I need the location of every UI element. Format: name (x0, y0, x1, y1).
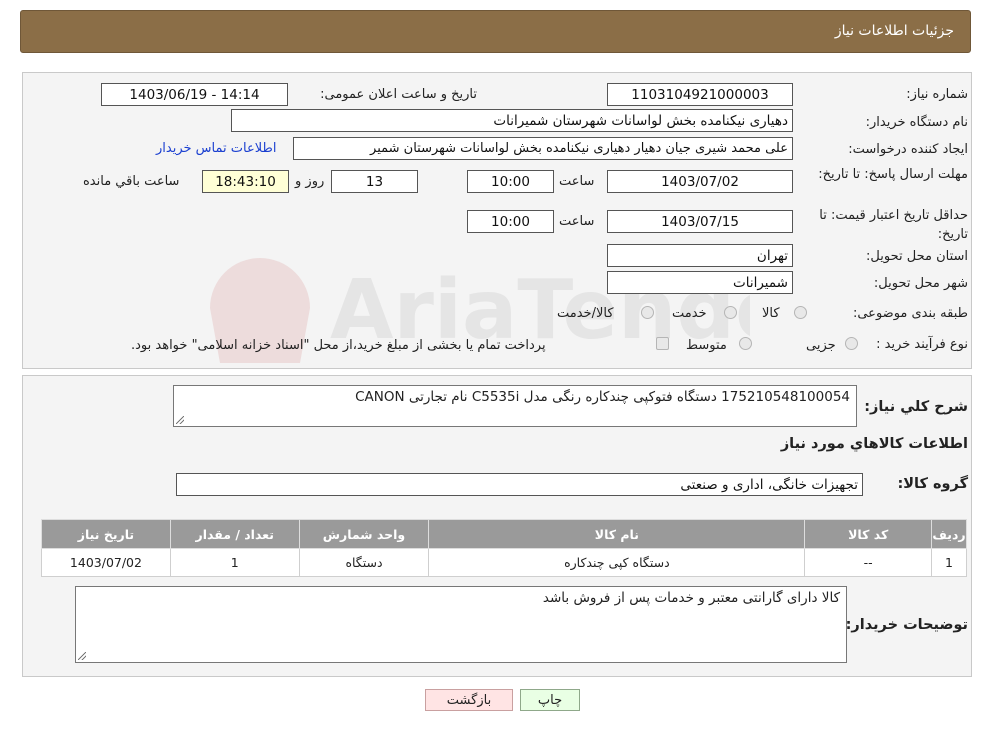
col-row: رديف (931, 519, 967, 549)
cell-name: دستگاه کپی چندکاره (428, 548, 806, 577)
purchase-medium-label: متوسط (686, 338, 727, 353)
cell-code: -- (804, 548, 933, 577)
price-validity-label: حداقل تاریخ اعتبار قیمت: تا تاریخ: (819, 208, 968, 242)
buyer-notes-text: کالا دارای گارانتی معتبر و خدمات پس از ف… (542, 590, 840, 606)
price-validity-time-label: ساعت (559, 214, 595, 229)
category-label: طبقه بندی موضوعی: (852, 306, 968, 321)
buyer-org-label: نام دستگاه خریدار: (865, 115, 968, 130)
buyer-contact-link[interactable]: اطلاعات تماس خریدار (156, 141, 276, 156)
time-remaining-label: ساعت باقي مانده (83, 174, 180, 189)
treasury-payment-checkbox[interactable] (656, 337, 669, 350)
reply-deadline-time: 10:00 (467, 170, 554, 193)
col-unit: واحد شمارش (298, 519, 430, 549)
purchase-small-label: جزیی (806, 338, 836, 353)
back-button[interactable]: بازگشت (425, 689, 513, 711)
goods-group-label: گروه کالا: (897, 476, 968, 492)
days-label: روز و (295, 174, 325, 189)
summary-text: 175210548100054 دستگاه فتوکپی چندکاره رن… (355, 389, 850, 405)
goods-section-title: اطلاعات کالاهاي مورد نياز (780, 436, 968, 452)
col-qty: تعداد / مقدار (169, 519, 300, 549)
category-goods-radio[interactable] (794, 306, 807, 319)
days-remaining-field: 13 (331, 170, 418, 193)
delivery-province-label: استان محل تحویل: (866, 249, 968, 264)
goods-table-header: رديف کد کالا نام کالا واحد شمارش تعداد /… (41, 519, 967, 549)
price-validity-time: 10:00 (467, 210, 554, 233)
cell-date: 1403/07/02 (41, 548, 171, 577)
cell-unit: دستگاه (298, 548, 430, 577)
summary-label: شرح کلي نياز: (864, 399, 968, 415)
need-number-label: شماره نیاز: (906, 87, 968, 102)
category-goods-label: کالا (762, 306, 780, 321)
buyer-notes-field: کالا دارای گارانتی معتبر و خدمات پس از ف… (75, 586, 847, 663)
requester-label: ایجاد کننده درخواست: (848, 142, 968, 157)
col-name: نام کالا (428, 519, 806, 549)
category-goods-service-radio[interactable] (641, 306, 654, 319)
category-service-label: خدمت (672, 306, 707, 321)
col-code: کد کالا (804, 519, 933, 549)
cell-qty: 1 (169, 548, 300, 577)
price-validity-date: 1403/07/15 (607, 210, 793, 233)
category-goods-service-label: کالا/خدمت (557, 306, 614, 321)
goods-table: رديف کد کالا نام کالا واحد شمارش تعداد /… (41, 519, 967, 577)
reply-time-label: ساعت (559, 174, 595, 189)
summary-field: 175210548100054 دستگاه فتوکپی چندکاره رن… (173, 385, 857, 427)
purchase-medium-radio[interactable] (739, 337, 752, 350)
need-number-field: 1103104921000003 (607, 83, 793, 106)
purchase-type-label: نوع فرآیند خرید : (876, 337, 968, 352)
delivery-province-field: تهران (607, 244, 793, 267)
treasury-payment-note: پرداخت تمام یا بخشی از مبلغ خرید،از محل … (131, 338, 546, 353)
cell-row: 1 (931, 548, 967, 577)
reply-deadline-date: 1403/07/02 (607, 170, 793, 193)
print-button[interactable]: چاپ (520, 689, 580, 711)
table-row: 1 -- دستگاه کپی چندکاره دستگاه 1 1403/07… (41, 548, 967, 577)
resize-handle-icon[interactable] (78, 652, 86, 660)
reply-deadline-label: مهلت ارسال پاسخ: تا تاریخ: (818, 167, 968, 182)
page-header: جزئیات اطلاعات نیاز (20, 10, 971, 53)
requester-field: علی محمد شیری جیان دهیار دهیاری نیکنامده… (293, 137, 793, 160)
announce-datetime-label: تاریخ و ساعت اعلان عمومی: (320, 87, 477, 102)
delivery-city-label: شهر محل تحویل: (873, 276, 968, 291)
resize-handle-icon[interactable] (176, 416, 184, 424)
col-date: تاريخ نياز (41, 519, 171, 549)
category-service-radio[interactable] (724, 306, 737, 319)
time-remaining-field: 18:43:10 (202, 170, 289, 193)
buyer-notes-label: توضیحات خریدار: (845, 617, 968, 633)
purchase-small-radio[interactable] (845, 337, 858, 350)
delivery-city-field: شمیرانات (607, 271, 793, 294)
buyer-org-field: دهیاری نیکنامده بخش لواسانات شهرستان شمی… (231, 109, 793, 132)
page-title: جزئیات اطلاعات نیاز (834, 23, 954, 39)
goods-group-field: تجهیزات خانگی، اداری و صنعتی (176, 473, 863, 496)
announce-datetime-field: 1403/06/19 - 14:14 (101, 83, 288, 106)
